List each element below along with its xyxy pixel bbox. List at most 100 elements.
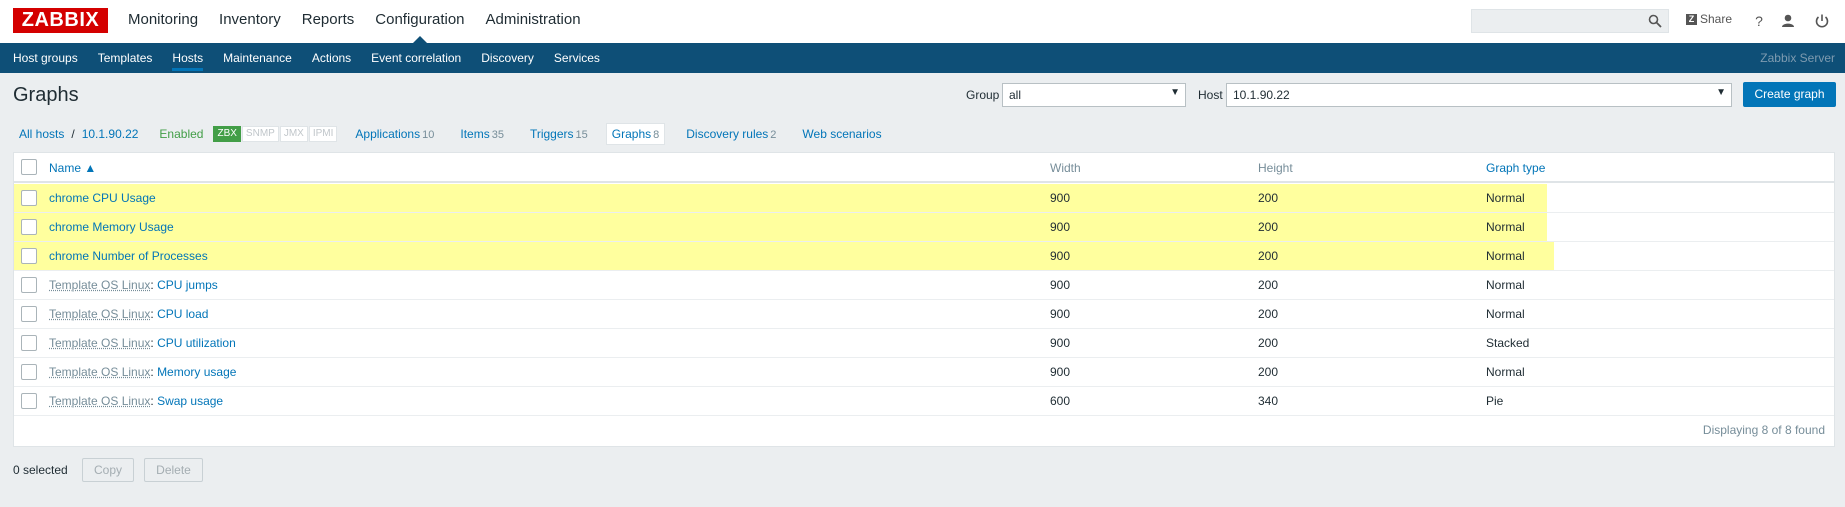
help-icon[interactable]: ? bbox=[1750, 12, 1768, 30]
user-profile-icon[interactable] bbox=[1779, 12, 1797, 30]
graph-width: 900 bbox=[1050, 191, 1071, 205]
search-input[interactable] bbox=[1471, 9, 1669, 33]
template-link[interactable]: Template OS Linux bbox=[49, 394, 150, 408]
graph-name-link[interactable]: CPU utilization bbox=[157, 336, 236, 350]
graph-name-link[interactable]: chrome Memory Usage bbox=[49, 220, 174, 234]
table-row: Template OS Linux: Memory usage 900 200 … bbox=[14, 358, 1834, 387]
breadcrumb-all-hosts[interactable]: All hosts bbox=[19, 127, 64, 141]
table-row: chrome Memory Usage 900 200 Normal bbox=[14, 213, 1834, 242]
graph-name-cell: Template OS Linux: CPU jumps bbox=[49, 278, 218, 292]
badge-ipmi: IPMI bbox=[308, 126, 338, 142]
sub-nav: Host groups Templates Hosts Maintenance … bbox=[0, 43, 1845, 73]
nav-monitoring[interactable]: Monitoring bbox=[128, 0, 198, 43]
column-name[interactable]: Name ▲ bbox=[49, 161, 96, 175]
tab-applications[interactable]: Applications 10 bbox=[350, 124, 439, 144]
graph-name-link[interactable]: chrome CPU Usage bbox=[49, 191, 156, 205]
subnav-host-groups[interactable]: Host groups bbox=[13, 43, 78, 73]
tab-count: 8 bbox=[653, 129, 660, 141]
graph-width: 900 bbox=[1050, 336, 1071, 350]
graph-height: 200 bbox=[1258, 278, 1279, 292]
create-graph-button[interactable]: Create graph bbox=[1743, 82, 1836, 107]
chevron-down-icon: ▼ bbox=[1716, 87, 1726, 98]
host-label: Host bbox=[1198, 88, 1223, 102]
main-nav: Monitoring Inventory Reports Configurati… bbox=[128, 0, 602, 43]
row-checkbox[interactable] bbox=[21, 277, 37, 293]
tab-count: 10 bbox=[422, 129, 435, 141]
graph-type: Normal bbox=[1486, 278, 1525, 292]
template-link[interactable]: Template OS Linux bbox=[49, 365, 150, 379]
nav-administration[interactable]: Administration bbox=[486, 0, 581, 43]
row-checkbox[interactable] bbox=[21, 364, 37, 380]
graph-height: 200 bbox=[1258, 249, 1279, 263]
graph-name-link[interactable]: Memory usage bbox=[157, 365, 236, 379]
tab-items[interactable]: Items 35 bbox=[455, 124, 509, 144]
table-footer-count: Displaying 8 of 8 found bbox=[1702, 423, 1825, 437]
group-label: Group bbox=[966, 88, 1000, 102]
graph-type: Normal bbox=[1486, 307, 1525, 321]
row-checkbox[interactable] bbox=[21, 393, 37, 409]
select-all-checkbox[interactable] bbox=[21, 159, 37, 175]
tab-triggers[interactable]: Triggers 15 bbox=[525, 124, 593, 144]
graph-width: 900 bbox=[1050, 249, 1071, 263]
row-checkbox[interactable] bbox=[21, 248, 37, 264]
zabbix-logo[interactable]: ZABBIX bbox=[13, 8, 108, 33]
row-highlight bbox=[14, 242, 1554, 270]
table-row: Template OS Linux: CPU load 900 200 Norm… bbox=[14, 300, 1834, 329]
selected-count: 0 selected bbox=[13, 463, 68, 477]
template-link[interactable]: Template OS Linux bbox=[49, 307, 150, 321]
subnav-event-correlation[interactable]: Event correlation bbox=[371, 43, 461, 73]
tab-web-scenarios[interactable]: Web scenarios bbox=[797, 124, 886, 144]
tab-label: Discovery rules bbox=[686, 127, 769, 141]
subnav-services[interactable]: Services bbox=[554, 43, 600, 73]
tab-graphs[interactable]: Graphs 8 bbox=[605, 123, 666, 145]
row-checkbox[interactable] bbox=[21, 335, 37, 351]
column-graph-type[interactable]: Graph type bbox=[1486, 161, 1545, 175]
graph-name-cell: Template OS Linux: CPU utilization bbox=[49, 336, 236, 350]
graph-type: Normal bbox=[1486, 191, 1525, 205]
zabbix-share-icon: Z bbox=[1686, 13, 1697, 25]
subnav-discovery[interactable]: Discovery bbox=[481, 43, 534, 73]
template-link[interactable]: Template OS Linux bbox=[49, 336, 150, 350]
tab-count: 15 bbox=[575, 129, 588, 141]
graphs-table: Name ▲ Width Height Graph type chrome CP… bbox=[13, 152, 1835, 447]
table-row: Template OS Linux: Swap usage 600 340 Pi… bbox=[14, 387, 1834, 416]
nav-inventory[interactable]: Inventory bbox=[219, 0, 281, 43]
graph-name-link[interactable]: chrome Number of Processes bbox=[49, 249, 208, 263]
delete-button[interactable]: Delete bbox=[144, 458, 203, 482]
graph-name-link[interactable]: CPU jumps bbox=[157, 278, 218, 292]
graph-name-link[interactable]: CPU load bbox=[157, 307, 208, 321]
tab-count: 2 bbox=[770, 129, 777, 141]
tab-label: Triggers bbox=[529, 127, 574, 141]
share-label: Share bbox=[1700, 12, 1733, 26]
graph-height: 200 bbox=[1258, 365, 1279, 379]
breadcrumb-host[interactable]: 10.1.90.22 bbox=[82, 127, 139, 141]
sign-out-icon[interactable] bbox=[1813, 12, 1831, 30]
status-enabled[interactable]: Enabled bbox=[159, 127, 203, 141]
search-icon[interactable] bbox=[1648, 14, 1662, 28]
nav-reports[interactable]: Reports bbox=[302, 0, 355, 43]
graph-name-link[interactable]: Swap usage bbox=[157, 394, 223, 408]
graph-type: Stacked bbox=[1486, 336, 1530, 350]
row-checkbox[interactable] bbox=[21, 306, 37, 322]
nav-configuration[interactable]: Configuration bbox=[375, 0, 465, 43]
row-checkbox[interactable] bbox=[21, 190, 37, 206]
subnav-actions[interactable]: Actions bbox=[312, 43, 351, 73]
group-select[interactable]: all ▼ bbox=[1002, 83, 1186, 107]
share-link[interactable]: Z Share bbox=[1686, 12, 1732, 26]
subnav-maintenance[interactable]: Maintenance bbox=[223, 43, 292, 73]
row-checkbox[interactable] bbox=[21, 219, 37, 235]
copy-button[interactable]: Copy bbox=[82, 458, 134, 482]
subnav-templates[interactable]: Templates bbox=[98, 43, 153, 73]
table-row: chrome Number of Processes 900 200 Norma… bbox=[14, 242, 1834, 271]
graph-height: 200 bbox=[1258, 307, 1279, 321]
tab-discovery-rules[interactable]: Discovery rules 2 bbox=[681, 124, 781, 144]
table-row: Template OS Linux: CPU jumps 900 200 Nor… bbox=[14, 271, 1834, 300]
graph-width: 600 bbox=[1050, 394, 1071, 408]
subnav-hosts[interactable]: Hosts bbox=[172, 43, 203, 73]
tab-label: Graphs bbox=[611, 127, 652, 141]
graph-type: Normal bbox=[1486, 365, 1525, 379]
availability-badges: ZBX SNMP JMX IPMI bbox=[213, 126, 338, 142]
graph-height: 200 bbox=[1258, 220, 1279, 234]
template-link[interactable]: Template OS Linux bbox=[49, 278, 150, 292]
host-select[interactable]: 10.1.90.22 ▼ bbox=[1226, 83, 1732, 107]
